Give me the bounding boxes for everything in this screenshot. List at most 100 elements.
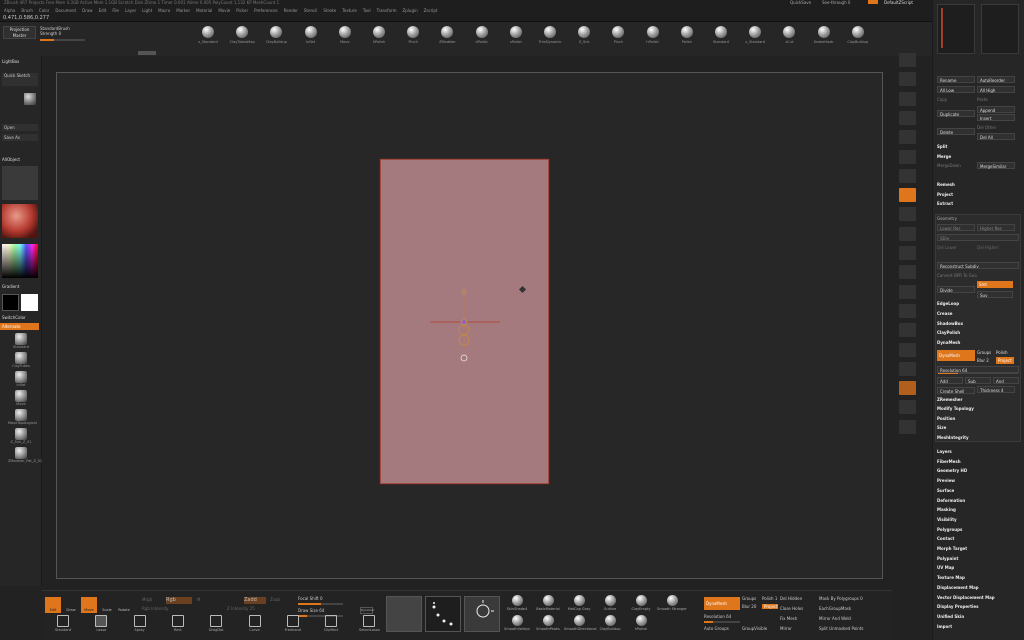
zremesher-section[interactable]: ZRemesher bbox=[937, 396, 1019, 403]
section-geometry-hd[interactable]: Geometry HD bbox=[937, 467, 1019, 474]
shadowbox-section[interactable]: ShadowBox bbox=[937, 320, 1019, 327]
material-hpolish[interactable]: hPolish bbox=[626, 615, 656, 631]
zadd-button[interactable]: Zadd bbox=[244, 597, 266, 604]
shelf-brush-move[interactable]: Move bbox=[327, 26, 363, 44]
material-outline[interactable]: Outline bbox=[595, 595, 625, 611]
view-button-zoom[interactable] bbox=[899, 110, 916, 125]
all-high-button[interactable]: All High bbox=[977, 86, 1015, 93]
projection-master-button[interactable]: Projection Master bbox=[3, 26, 36, 39]
section-import[interactable]: Import bbox=[937, 623, 1019, 630]
z-intensity-slider[interactable]: Z Intensity 25 bbox=[227, 606, 255, 611]
append-button[interactable]: Append bbox=[977, 106, 1015, 113]
edit-button[interactable]: Edit bbox=[45, 597, 61, 613]
menu-marker[interactable]: Marker bbox=[176, 8, 190, 13]
stroke-tool-standard[interactable]: Standard bbox=[48, 615, 78, 632]
view-button-scroll[interactable] bbox=[899, 91, 916, 106]
section-layers[interactable]: Layers bbox=[937, 448, 1019, 455]
menu-material[interactable]: Material bbox=[196, 8, 212, 13]
section-contact[interactable]: Contact bbox=[937, 535, 1019, 542]
left-brush-z-snk-z-01[interactable]: Z_Snk_Z_01 bbox=[8, 428, 34, 444]
size-section[interactable]: Size bbox=[937, 424, 1019, 431]
stroke-tool-rect[interactable]: Rect bbox=[163, 615, 193, 632]
dynamesh-bottom-button[interactable]: DynaMesh bbox=[704, 597, 740, 610]
stroke-tool-dragdot[interactable]: DragDot bbox=[201, 615, 231, 632]
stroke-tool-curve[interactable]: Curve bbox=[240, 615, 270, 632]
stroke-tool-spray[interactable]: Spray bbox=[125, 615, 155, 632]
copy-button[interactable]: Copy bbox=[937, 96, 975, 103]
sub-button[interactable]: Sub bbox=[965, 377, 991, 384]
mrgb-button[interactable]: Mrgb bbox=[142, 597, 152, 602]
primary-color-swatch[interactable] bbox=[21, 294, 38, 311]
sdiv-slider[interactable]: SDiv bbox=[937, 234, 1019, 241]
shelf-brush-zmodeler[interactable]: ZModeler bbox=[429, 26, 465, 44]
menu-edit[interactable]: Edit bbox=[99, 8, 107, 13]
blur-bottom-slider[interactable]: Blur 20 bbox=[742, 604, 756, 609]
menu-texture[interactable]: Texture bbox=[342, 8, 357, 13]
view-button-lsym[interactable] bbox=[899, 226, 916, 241]
view-button-transp[interactable] bbox=[899, 361, 916, 376]
left-brush-move[interactable]: Move bbox=[8, 390, 34, 406]
crease-section[interactable]: Crease bbox=[937, 310, 1019, 317]
draw-size-slider[interactable]: Draw Size 64 bbox=[298, 608, 324, 613]
groups-bottom-toggle[interactable]: Groups bbox=[742, 596, 756, 601]
view-button-dynamic[interactable] bbox=[899, 381, 916, 396]
secondary-color-swatch[interactable] bbox=[2, 294, 19, 311]
view-button-solo[interactable] bbox=[899, 400, 916, 415]
section-preview[interactable]: Preview bbox=[937, 477, 1019, 484]
menu-picker[interactable]: Picker bbox=[236, 8, 248, 13]
shelf-brush-claybuildup[interactable]: ClayBuildup bbox=[258, 26, 294, 44]
material-basicmaterial[interactable]: BasicMaterial bbox=[533, 595, 563, 611]
menu-tool[interactable]: Tool bbox=[363, 8, 371, 13]
stroke-tool-lasso[interactable]: Lasso bbox=[86, 615, 116, 632]
resolution-slider[interactable]: Resolution 64 bbox=[937, 366, 1019, 373]
close-holes-button[interactable]: Close Holes bbox=[780, 606, 803, 611]
del-hidden-button[interactable]: Del Hidden bbox=[780, 596, 802, 601]
reconstruct-subdiv-button[interactable]: Reconstruct Subdiv bbox=[937, 262, 1019, 269]
save-as-button[interactable]: Save As bbox=[2, 134, 38, 141]
current-tool-thumb[interactable] bbox=[24, 93, 36, 105]
left-brush-zmodeler-pat-z-01[interactable]: ZModeler_Pat_Z_01 bbox=[8, 447, 42, 463]
menu-stroke[interactable]: Stroke bbox=[323, 8, 336, 13]
view-button-line-fill-polyf[interactable] bbox=[899, 342, 916, 357]
section-visibility[interactable]: Visibility bbox=[937, 516, 1019, 523]
shelf-brush-hpolish[interactable]: hPolish bbox=[635, 26, 671, 44]
quicksave-button[interactable]: QuickSave bbox=[790, 0, 811, 5]
shelf-brush-standard[interactable]: Standard bbox=[703, 26, 739, 44]
view-button-xpose[interactable] bbox=[899, 419, 916, 434]
polish-toggle[interactable]: Polish bbox=[996, 349, 1014, 356]
material-smoothpeaks[interactable]: SmoothPeaks bbox=[533, 615, 563, 631]
view-button-frame[interactable] bbox=[899, 265, 916, 280]
shelf-brush-spolish[interactable]: sPolish bbox=[498, 26, 534, 44]
view-button-scale[interactable] bbox=[899, 303, 916, 318]
zsub-button[interactable]: Zsub bbox=[270, 597, 280, 602]
left-brush-movetopological[interactable]: MoveTopological bbox=[8, 409, 37, 425]
switch-color-button[interactable]: SwitchColor bbox=[2, 315, 26, 320]
view-button-rotate[interactable] bbox=[899, 323, 916, 338]
view-button-move[interactable] bbox=[899, 284, 916, 299]
add-button[interactable]: Add bbox=[937, 377, 963, 384]
modify-topology-section[interactable]: Modify Topology bbox=[937, 405, 1019, 412]
mask-by-polygroups-slider[interactable]: Mask By Polygroups 0 bbox=[819, 596, 863, 601]
left-brush-standard[interactable]: Standard bbox=[8, 333, 34, 349]
lower-res-button[interactable]: Lower Res bbox=[937, 224, 975, 231]
higher-res-button[interactable]: Higher Res bbox=[977, 224, 1015, 231]
paste-button[interactable]: Paste bbox=[977, 96, 1015, 103]
menu-macro[interactable]: Macro bbox=[158, 8, 170, 13]
section-deformation[interactable]: Deformation bbox=[937, 497, 1019, 504]
shelf-brush-polish[interactable]: Polish bbox=[669, 26, 705, 44]
subtool-slider[interactable] bbox=[941, 8, 943, 48]
section-polygroups[interactable]: Polygroups bbox=[937, 526, 1019, 533]
menu-preferences[interactable]: Preferences bbox=[254, 8, 278, 13]
menu-draw[interactable]: Draw bbox=[82, 8, 92, 13]
default-zscript-button[interactable]: DefaultZScript bbox=[884, 0, 913, 5]
shelf-brush-claytubesmap[interactable]: ClayTubesMap bbox=[224, 26, 260, 44]
menu-light[interactable]: Light bbox=[142, 8, 152, 13]
project-toggle[interactable]: Project bbox=[996, 357, 1014, 364]
brush-strength[interactable]: StandardBrush Strength 0 bbox=[40, 26, 70, 36]
shelf-brush-trimdynamic[interactable]: TrimDynamic bbox=[532, 26, 568, 44]
left-brush-claytubes[interactable]: ClayTubes bbox=[8, 352, 34, 368]
each-polygroup-button[interactable]: EachGroupMask bbox=[819, 606, 851, 611]
view-button-spix-3[interactable] bbox=[899, 72, 916, 87]
shelf-brush-z-standard[interactable]: z_Standard bbox=[190, 26, 226, 44]
material-skinshade4[interactable]: SkinShade4 bbox=[502, 595, 532, 611]
